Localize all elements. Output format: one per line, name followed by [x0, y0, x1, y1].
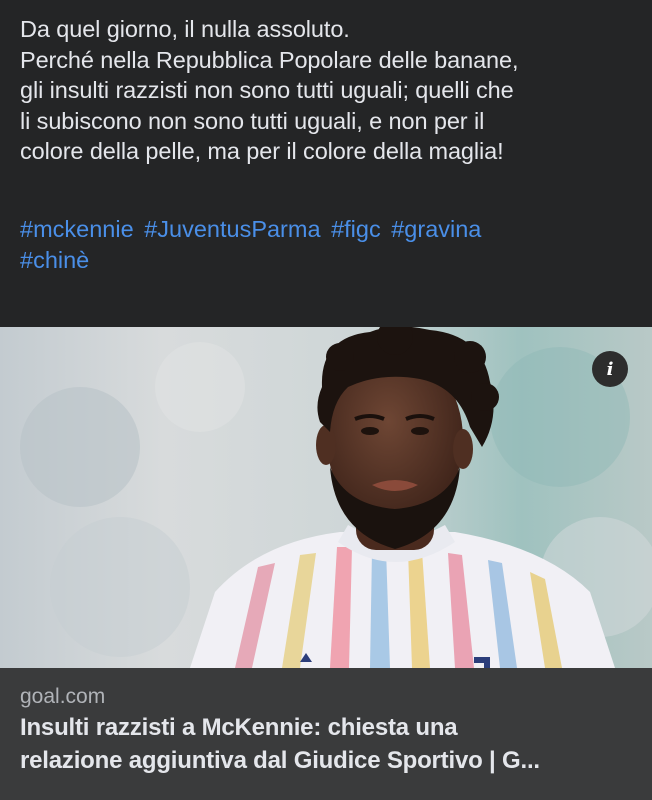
preview-image[interactable]: i: [0, 327, 652, 668]
headline-line: relazione aggiuntiva dal Giudice Sportiv…: [20, 747, 540, 774]
info-glyph: i: [606, 358, 614, 380]
headline-line: Insulti razzisti a McKennie: chiesta una: [20, 714, 458, 741]
hashtag-mckennie[interactable]: #mckennie: [20, 216, 134, 242]
hashtag-figc[interactable]: #figc: [331, 216, 381, 242]
post-text-line: colore della pelle, ma per il colore del…: [20, 138, 504, 164]
hashtag-juventusparma[interactable]: #JuventusParma: [144, 216, 320, 242]
link-domain: goal.com: [20, 685, 106, 708]
post-text-line: gli insulti razzisti non sono tutti ugua…: [20, 77, 514, 103]
card-footer[interactable]: goal.com Insulti razzisti a McKennie: ch…: [0, 668, 652, 800]
hashtags: #mckennie #JuventusParma #figc #gravina …: [20, 214, 640, 275]
hashtag-gravina[interactable]: #gravina: [391, 216, 481, 242]
player-photo: [0, 327, 652, 668]
post-text-line: li subiscono non sono tutti uguali, e no…: [20, 107, 485, 134]
post-text-line: Da quel giorno, il nulla assoluto.: [20, 16, 350, 42]
hashtag-chine[interactable]: #chinè: [20, 247, 89, 273]
post-text: Da quel giorno, il nulla assoluto. Perch…: [20, 14, 640, 167]
info-icon[interactable]: i: [592, 351, 628, 387]
link-headline[interactable]: Insulti razzisti a McKennie: chiesta una…: [20, 711, 635, 777]
link-preview-card[interactable]: i goal.com Insulti razzisti a McKennie: …: [0, 327, 652, 800]
post-text-line: Perché nella Repubblica Popolare delle b…: [20, 46, 519, 73]
